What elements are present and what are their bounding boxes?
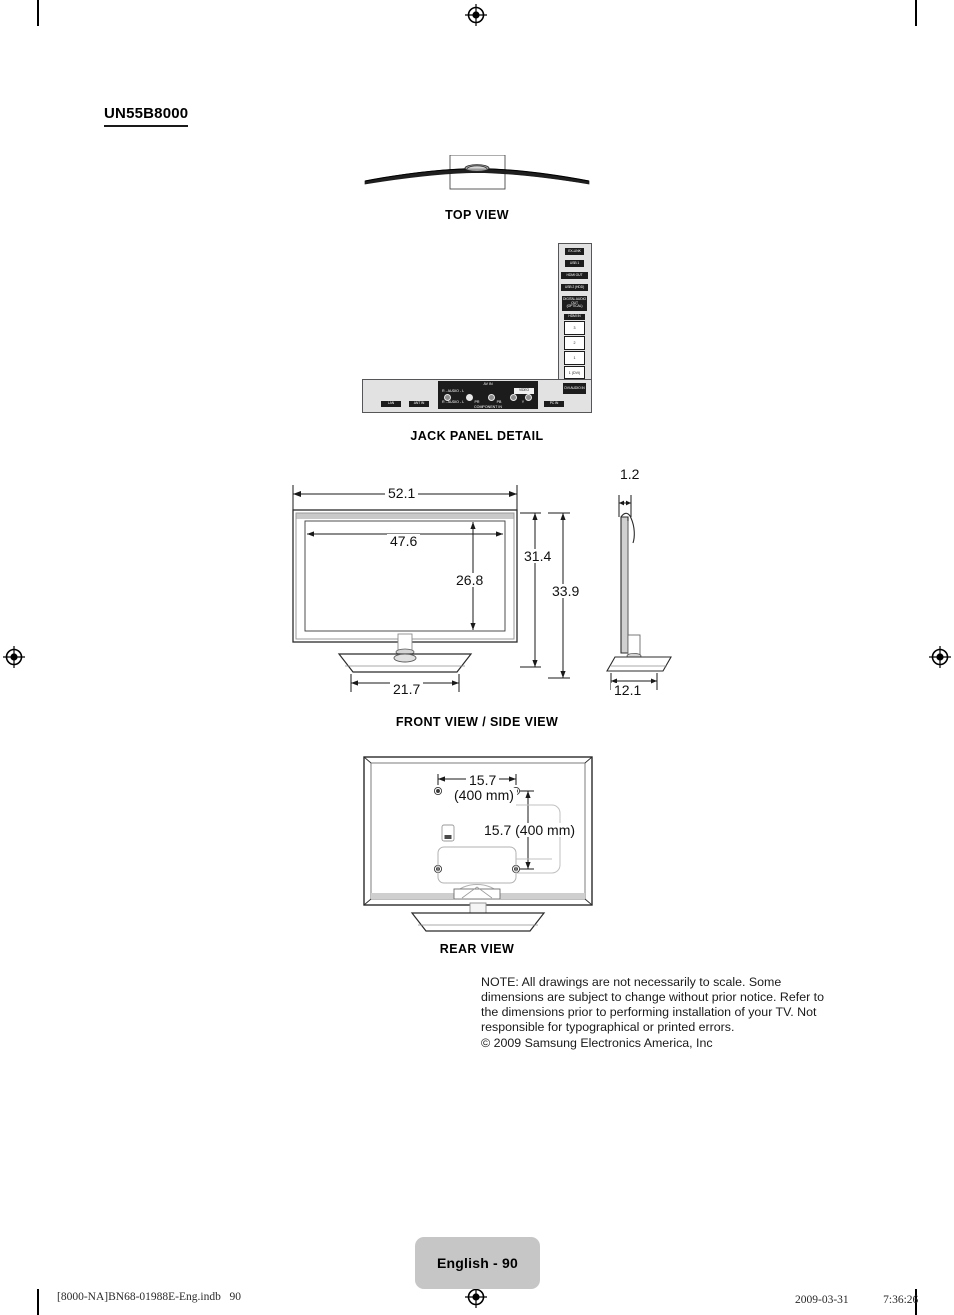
jack-slot-hdmi-1-dvi: 1 (DVI): [564, 366, 585, 379]
caption-jack-panel: JACK PANEL DETAIL: [410, 429, 544, 443]
note-copyright: © 2009 Samsung Electronics America, Inc: [481, 1036, 713, 1051]
jack-port-audio-right: [466, 394, 473, 401]
note-body: NOTE: All drawings are not necessarily t…: [481, 975, 824, 1035]
crop-mark-top-right: [915, 0, 917, 26]
jack-port-audio-left: [444, 394, 451, 401]
side-view-diagram: [606, 495, 672, 690]
jack-label-y: Y: [521, 400, 525, 404]
jack-slot-hdmi-1: 1: [564, 351, 585, 365]
front-view-diagram: [292, 485, 518, 692]
jack-port-video: [525, 394, 532, 401]
footer-timestamp: 2009-03-31 7:36:26: [795, 1294, 919, 1306]
note-block: NOTE: All drawings are not necessarily t…: [481, 975, 829, 1051]
dimension-stand-depth: 12.1: [611, 683, 645, 697]
dimension-screen-width: 47.6: [387, 534, 421, 548]
jack-label-digital-audio-out-optical: DIGITAL AUDIO OUT (OPTICAL): [562, 296, 587, 311]
top-view-diagram: [364, 155, 590, 190]
page-title: UN55B8000: [104, 106, 189, 127]
page-language-badge: English - 90: [415, 1237, 540, 1289]
dimension-vesa-horizontal: 15.7: [466, 773, 500, 787]
jack-label-component-in: COMPONENT IN: [474, 405, 502, 409]
jack-label-av-in: AV IN: [483, 382, 493, 386]
registration-target-bottom: [465, 1286, 487, 1308]
jack-label-hdmi-in: HDMI IN: [564, 314, 585, 320]
registration-target-right: [929, 646, 951, 668]
jack-label-dvi-audio-in: DVI AUDIO IN: [563, 383, 586, 394]
dimension-total-height: 33.9: [549, 584, 583, 598]
dimension-panel-depth: 1.2: [617, 467, 643, 481]
caption-front-side-view: FRONT VIEW / SIDE VIEW: [395, 715, 559, 729]
caption-rear-view: REAR VIEW: [439, 942, 515, 956]
jack-port-pb: [510, 394, 517, 401]
crop-mark-bottom-left: [37, 1289, 39, 1315]
jack-label-audio-top: R - AUDIO - L: [442, 389, 465, 393]
jack-slot-hdmi-3: 3: [564, 321, 585, 335]
dimension-panel-height: 31.4: [521, 549, 555, 563]
jack-label-ex-link: EX-LINK: [565, 248, 584, 255]
dimension-vesa-vertical: 15.7 (400 mm): [481, 823, 579, 837]
jack-port-pr: [488, 394, 495, 401]
registration-target-top: [465, 4, 487, 26]
dimension-screen-height: 26.8: [453, 573, 487, 587]
footer-file-reference: [8000-NA]BN68-01988E-Eng.indb 90: [57, 1291, 241, 1303]
dimension-stand-width: 21.7: [390, 682, 424, 696]
dimension-front-outer-width: 52.1: [385, 486, 419, 500]
jack-label-pc-in: PC IN: [544, 401, 564, 407]
jack-label-video: VIDEO: [514, 388, 534, 394]
registration-target-left: [3, 646, 25, 668]
jack-label-usb-1: USB 1: [565, 260, 584, 267]
jack-label-usb-2-hdd: USB 2 (HDD): [561, 284, 588, 291]
crop-mark-top-left: [37, 0, 39, 26]
jack-label-hdmi-out: HDMI OUT: [561, 272, 588, 279]
dimension-vesa-horizontal-mm: (400 mm): [451, 788, 517, 802]
caption-top-view: TOP VIEW: [445, 208, 509, 222]
jack-label-ant-in: ANT IN: [409, 401, 429, 407]
jack-slot-hdmi-2: 2: [564, 336, 585, 350]
jack-label-lan: LAN: [381, 401, 401, 407]
